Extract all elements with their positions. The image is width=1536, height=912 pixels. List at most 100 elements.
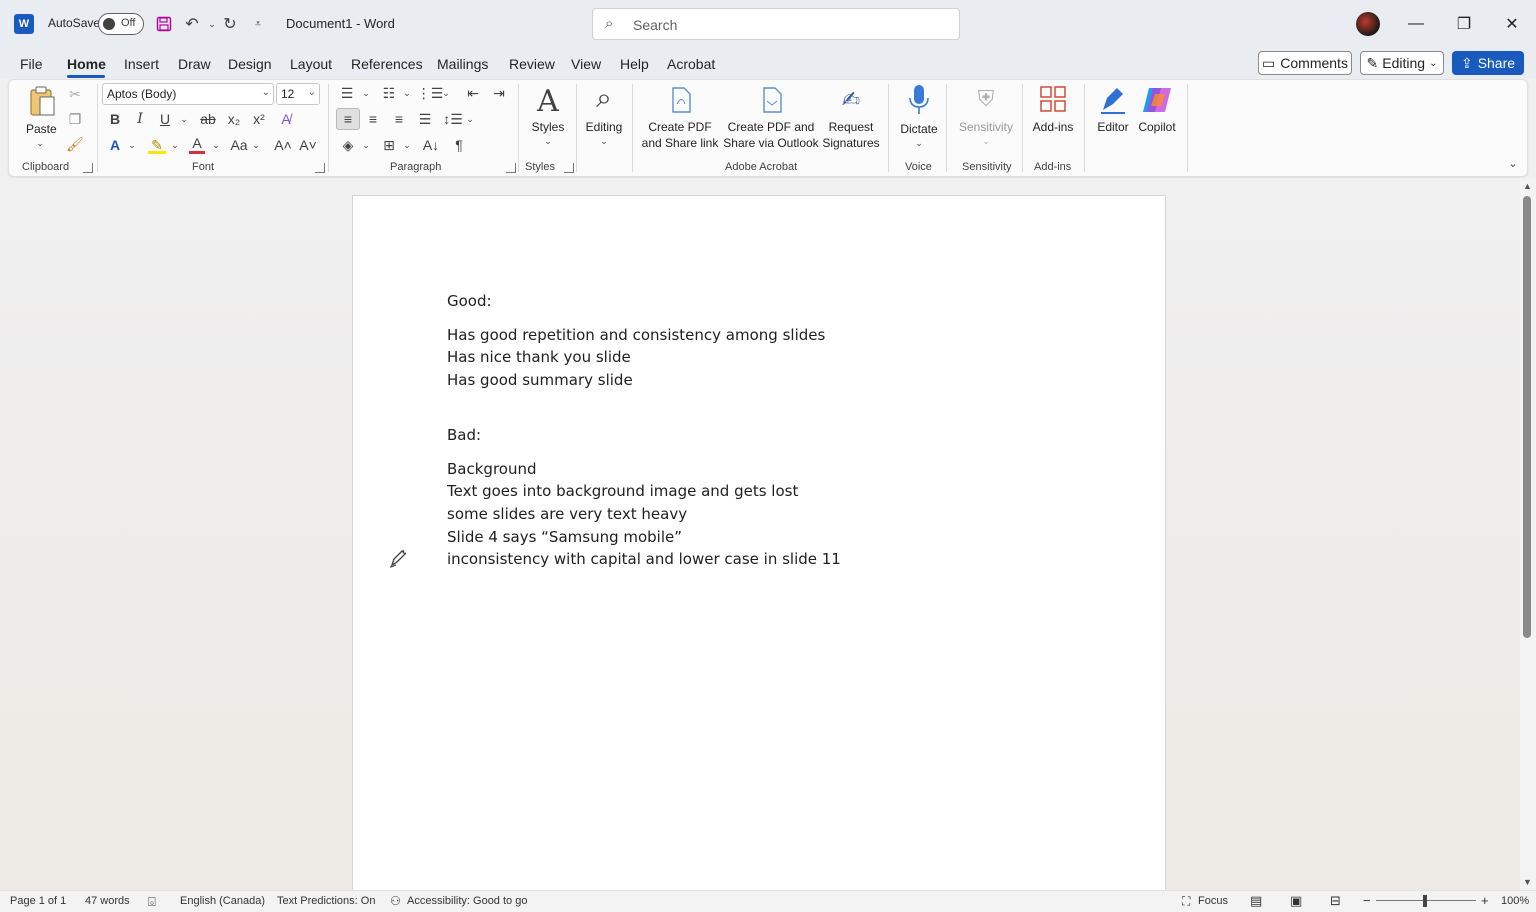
dictate-label[interactable]: Dictate [896, 121, 942, 137]
tab-mailings[interactable]: Mailings [437, 56, 488, 72]
styles-launcher-icon[interactable] [564, 163, 574, 173]
page-count[interactable]: Page 1 of 1 [10, 895, 66, 907]
tab-references[interactable]: References [351, 56, 423, 72]
autosave-toggle[interactable]: Off [98, 13, 144, 35]
font-size-select[interactable]: 12 ⌄ [276, 83, 320, 105]
print-layout-icon[interactable]: ▣ [1290, 893, 1302, 909]
copy-icon[interactable]: ❐ [66, 110, 84, 128]
tab-review[interactable]: Review [509, 56, 555, 72]
justify-icon[interactable]: ☰ [416, 110, 434, 128]
clear-formatting-icon[interactable]: A̸ [276, 110, 296, 128]
share-button[interactable]: ⇪ Share [1452, 51, 1524, 75]
tab-home[interactable]: Home [67, 56, 106, 72]
accessibility-status[interactable]: Accessibility: Good to go [407, 895, 527, 907]
decrease-indent-icon[interactable]: ⇤ [464, 84, 482, 102]
zoom-slider-thumb[interactable] [1423, 895, 1427, 907]
chevron-down-icon[interactable]: ⌄ [401, 138, 413, 152]
web-layout-icon[interactable]: ⊟ [1330, 893, 1341, 909]
shrink-font-icon[interactable]: A˅ [298, 136, 318, 154]
proofing-icon[interactable]: ⌺ [148, 894, 156, 910]
close-icon[interactable]: ✕ [1496, 10, 1528, 38]
cut-icon[interactable]: ✂ [66, 85, 84, 103]
editor-icon[interactable] [1097, 84, 1129, 116]
paste-icon[interactable] [26, 85, 58, 117]
tab-draw[interactable]: Draw [178, 56, 211, 72]
minimize-icon[interactable]: — [1400, 10, 1432, 38]
tab-file[interactable]: File [20, 56, 43, 72]
text-effects-icon[interactable]: A [106, 136, 124, 154]
show-formatting-marks-icon[interactable]: ¶ [450, 136, 468, 154]
line-spacing-icon[interactable]: ↕☰ [443, 110, 463, 128]
sort-icon[interactable]: A↓ [422, 136, 440, 154]
font-launcher-icon[interactable] [315, 163, 325, 173]
align-center-icon[interactable]: ≡ [364, 110, 382, 128]
copilot-label[interactable]: Copilot [1134, 119, 1180, 135]
find-icon[interactable]: ⌕ [588, 82, 620, 114]
paragraph-launcher-icon[interactable] [506, 163, 516, 173]
add-ins-label[interactable]: Add-ins [1028, 119, 1078, 135]
italic-icon[interactable]: I [131, 110, 149, 128]
doc-line[interactable]: Has good repetition and consistency amon… [447, 326, 825, 344]
focus-icon[interactable]: ⛶ [1182, 894, 1190, 909]
font-name-select[interactable]: Aptos (Body) ⌄ [102, 83, 274, 105]
tab-layout[interactable]: Layout [290, 56, 332, 72]
bullets-icon[interactable]: ☰ [338, 84, 356, 102]
numbering-icon[interactable]: ☷ [380, 84, 398, 102]
scroll-up-icon[interactable]: ▲ [1523, 181, 1532, 191]
request-signatures-label-1[interactable]: Request [820, 119, 882, 135]
doc-heading-good[interactable]: Good: [447, 292, 492, 310]
zoom-in-icon[interactable]: + [1481, 893, 1489, 908]
create-pdf-share-link-label-1[interactable]: Create PDF [638, 119, 722, 135]
doc-line[interactable]: Slide 4 says “Samsung mobile” [447, 528, 682, 546]
superscript-icon[interactable]: x² [249, 110, 269, 128]
tab-design[interactable]: Design [228, 56, 272, 72]
accessibility-icon[interactable]: ⚇ [390, 894, 401, 908]
chevron-down-icon[interactable]: ⌄ [126, 138, 138, 152]
shading-icon[interactable]: ◈ [339, 136, 357, 154]
doc-line[interactable]: Has nice thank you slide [447, 348, 631, 366]
chevron-down-icon[interactable]: ⌄ [169, 138, 181, 152]
increase-indent-icon[interactable]: ⇥ [490, 84, 508, 102]
grow-font-icon[interactable]: A˄ [273, 136, 293, 154]
create-pdf-outlook-label-2[interactable]: Share via Outlook [720, 135, 822, 151]
draw-pen-icon[interactable] [388, 549, 408, 569]
bold-icon[interactable]: B [106, 110, 124, 128]
chevron-down-icon[interactable]: ⌄ [440, 86, 452, 100]
chevron-down-icon[interactable]: ⌄ [401, 86, 413, 100]
doc-line[interactable]: Has good summary slide [447, 371, 633, 389]
tab-view[interactable]: View [571, 56, 601, 72]
redo-icon[interactable]: ↻ [218, 12, 242, 36]
doc-line[interactable]: inconsistency with capital and lower cas… [447, 550, 841, 568]
add-ins-icon[interactable] [1038, 84, 1068, 114]
search-input[interactable]: ⌕ Search [592, 8, 960, 40]
underline-dropdown-icon[interactable]: ⌄ [178, 112, 190, 126]
focus-label[interactable]: Focus [1198, 895, 1228, 907]
tab-help[interactable]: Help [620, 56, 649, 72]
doc-line[interactable]: some slides are very text heavy [447, 505, 687, 523]
doc-line[interactable]: Background [447, 460, 537, 478]
chevron-down-icon[interactable]: ⌄ [360, 138, 372, 152]
save-icon[interactable] [152, 12, 176, 36]
paste-label[interactable]: Paste [26, 121, 57, 137]
styles-label[interactable]: Styles [528, 119, 568, 135]
editor-label[interactable]: Editor [1092, 119, 1134, 135]
zoom-level[interactable]: 100% [1501, 895, 1529, 907]
comments-button[interactable]: ▭ Comments [1258, 51, 1352, 75]
word-count[interactable]: 47 words [85, 895, 130, 907]
create-pdf-outlook-icon[interactable] [759, 86, 785, 114]
text-predictions-status[interactable]: Text Predictions: On [277, 895, 375, 907]
align-right-icon[interactable]: ≡ [390, 110, 408, 128]
zoom-out-icon[interactable]: − [1363, 893, 1371, 908]
format-painter-icon[interactable]: 🖌 [66, 135, 84, 153]
language-status[interactable]: English (Canada) [180, 895, 265, 907]
request-signatures-icon[interactable]: ✍ [837, 86, 865, 114]
collapse-ribbon-icon[interactable]: ⌄ [1505, 156, 1521, 170]
avatar[interactable] [1356, 12, 1380, 36]
restore-icon[interactable]: ❐ [1448, 10, 1480, 38]
font-color-icon[interactable]: A [188, 134, 206, 152]
chevron-down-icon[interactable]: ⌄ [913, 137, 925, 149]
doc-line[interactable]: Text goes into background image and gets… [447, 482, 798, 500]
clipboard-launcher-icon[interactable] [83, 163, 93, 173]
editing-mode-button[interactable]: ✎ Editing ⌄ [1360, 51, 1444, 75]
scrollbar-thumb[interactable] [1523, 196, 1531, 638]
